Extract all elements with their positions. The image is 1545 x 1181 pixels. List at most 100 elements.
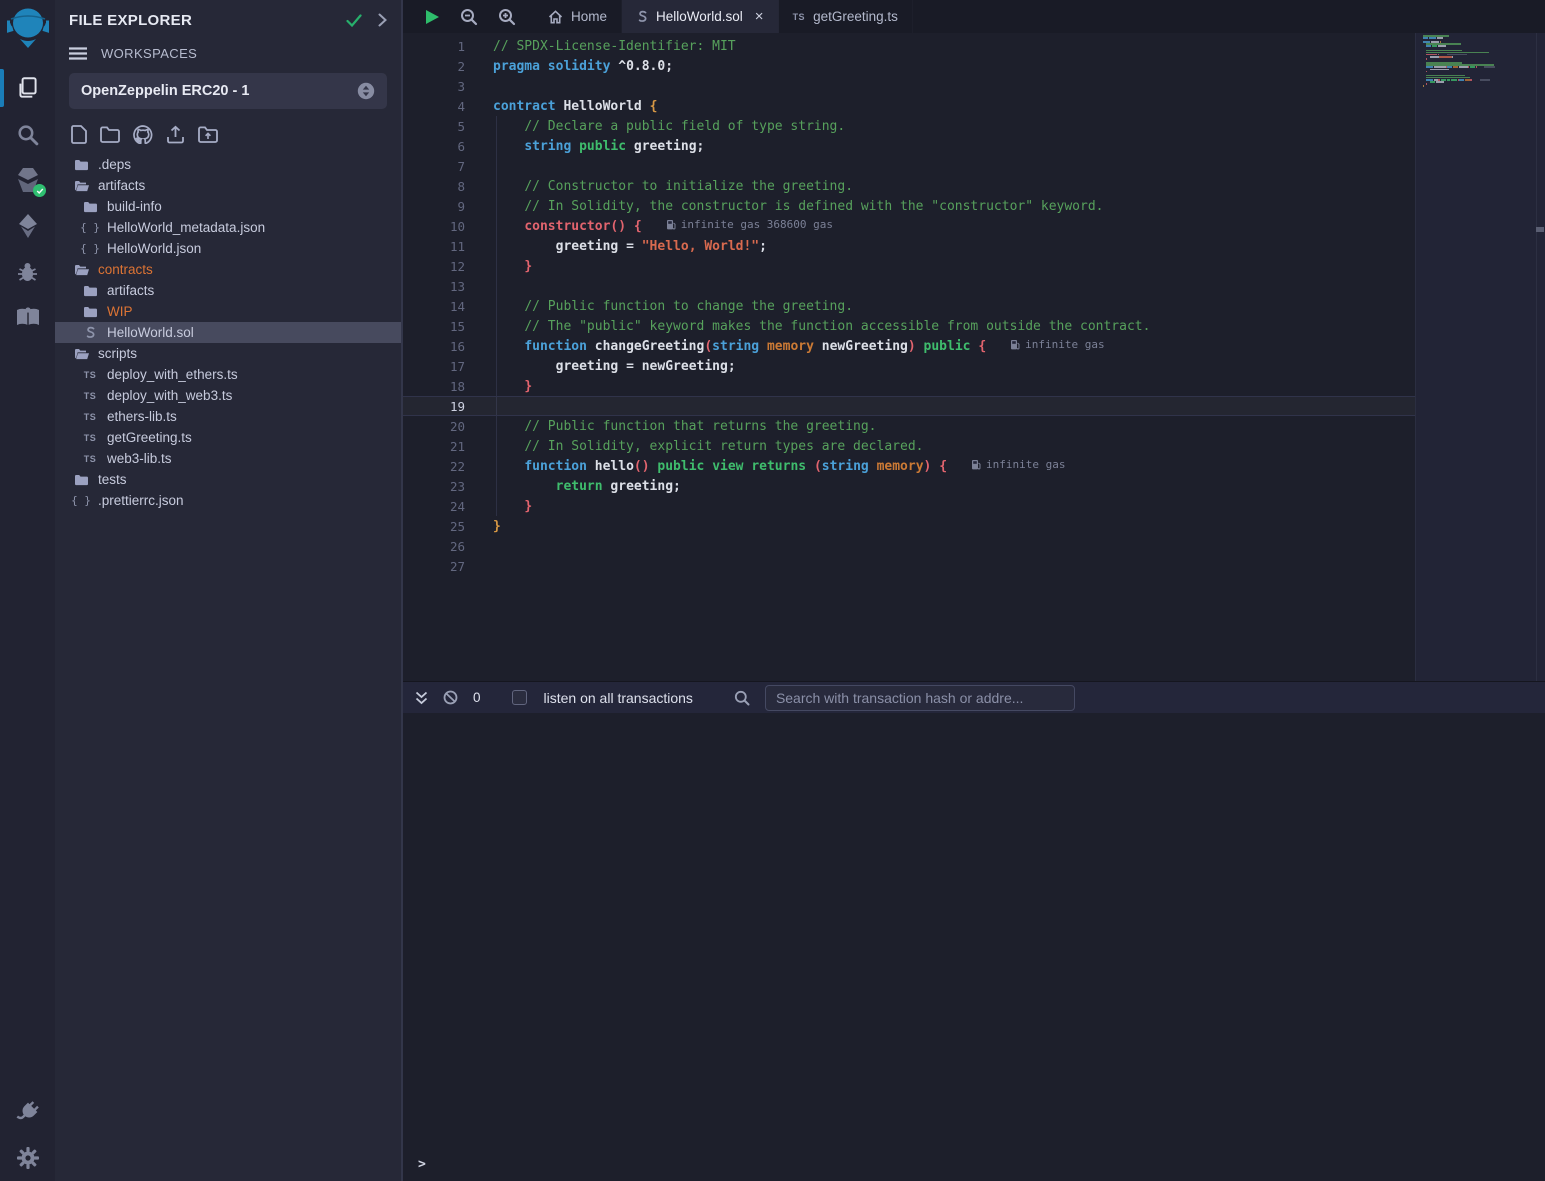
workspace-select[interactable]: OpenZeppelin ERC20 - 1 <box>69 73 387 109</box>
sidebar-item-debugger[interactable] <box>0 249 55 295</box>
file-tree-item-helloworld-metadata-json[interactable]: { }HelloWorld_metadata.json <box>55 217 401 238</box>
terminal-search-icon <box>734 690 750 706</box>
new-folder-button[interactable] <box>100 126 120 143</box>
typescript-file-icon: TS <box>84 433 97 443</box>
terminal-search-input[interactable] <box>765 685 1075 711</box>
typescript-file-icon: TS <box>793 12 806 22</box>
zoom-out-button[interactable] <box>460 8 478 26</box>
file-tree-item-helloworld-sol[interactable]: HelloWorld.sol <box>55 322 401 343</box>
sidebar-item-file-explorer[interactable] <box>0 65 55 111</box>
file-tree-item-contracts[interactable]: contracts <box>55 259 401 280</box>
transaction-count: 0 <box>473 690 481 705</box>
compile-success-badge <box>33 184 46 197</box>
file-tree-item--prettierrc-json[interactable]: { } .prettierrc.json <box>55 490 401 511</box>
code-line-21: 21 // In Solidity, explicit return types… <box>403 436 1415 456</box>
tab-label: getGreeting.ts <box>813 9 898 24</box>
tab-home[interactable]: Home <box>534 0 622 33</box>
code-line-1: 1// SPDX-License-Identifier: MIT <box>403 36 1415 56</box>
code-line-2: 2pragma solidity ^0.8.0; <box>403 56 1415 76</box>
code-editor[interactable]: 1// SPDX-License-Identifier: MIT2pragma … <box>403 33 1545 681</box>
code-line-15: 15 // The "public" keyword makes the fun… <box>403 316 1415 336</box>
panel-title: FILE EXPLORER <box>69 12 346 29</box>
minimap[interactable] <box>1423 35 1495 92</box>
zoom-in-button[interactable] <box>498 8 516 26</box>
file-label: HelloWorld_metadata.json <box>107 220 265 235</box>
gas-estimate-widget[interactable]: infinite gas <box>1010 338 1104 351</box>
home-icon <box>548 10 563 24</box>
listen-transactions-checkbox[interactable] <box>512 690 527 705</box>
upload-folder-button[interactable] <box>198 126 218 143</box>
terminal-toolbar: 0 listen on all transactions <box>403 681 1545 713</box>
file-tree-item-scripts[interactable]: scripts <box>55 343 401 364</box>
sidebar-item-search[interactable] <box>0 111 55 157</box>
menu-icon[interactable] <box>69 47 87 60</box>
terminal-output[interactable]: > <box>403 713 1545 1181</box>
scrollbar-thumb[interactable] <box>1536 227 1544 232</box>
code-line-27: 27 <box>403 556 1415 576</box>
deploy-run-icon <box>16 213 40 239</box>
minimap-column <box>1415 33 1545 681</box>
line-number: 8 <box>403 179 465 194</box>
tab-label: HelloWorld.sol <box>656 9 743 24</box>
tab-helloworld-sol[interactable]: HelloWorld.sol × <box>622 0 779 33</box>
line-number: 6 <box>403 139 465 154</box>
plugin-manager-button[interactable] <box>0 1089 55 1135</box>
sort-toggle-icon[interactable] <box>357 82 375 100</box>
gas-estimate-widget[interactable]: infinite gas 368600 gas <box>666 218 833 231</box>
book-icon <box>15 306 41 330</box>
line-number: 11 <box>403 239 465 254</box>
sidebar-item-learneth[interactable] <box>0 295 55 341</box>
sidebar-item-deploy-run[interactable] <box>0 203 55 249</box>
clear-console-icon[interactable] <box>443 690 458 705</box>
file-explorer-panel: FILE EXPLORER WORKSPACES OpenZeppelin ER… <box>55 0 403 1181</box>
code-line-6: 6 string public greeting; <box>403 136 1415 156</box>
activity-bar <box>0 0 55 1181</box>
gas-pump-icon <box>666 219 676 230</box>
file-tree-item-helloworld-json[interactable]: { }HelloWorld.json <box>55 238 401 259</box>
line-number: 4 <box>403 99 465 114</box>
upload-file-button[interactable] <box>166 125 185 144</box>
file-label: deploy_with_ethers.ts <box>107 367 238 382</box>
workspaces-label: WORKSPACES <box>101 46 197 61</box>
line-number: 25 <box>403 519 465 534</box>
file-label: .prettierrc.json <box>98 493 184 508</box>
file-tree-item-artifacts[interactable]: artifacts <box>55 280 401 301</box>
file-tree-item-tests[interactable]: tests <box>55 469 401 490</box>
run-script-button[interactable] <box>425 9 440 25</box>
github-clone-button[interactable] <box>133 125 153 144</box>
close-tab-icon[interactable]: × <box>755 9 764 24</box>
file-label: deploy_with_web3.ts <box>107 388 232 403</box>
editor-scrollbar[interactable] <box>1536 33 1545 681</box>
file-tree-item-artifacts[interactable]: artifacts <box>55 175 401 196</box>
code-line-5: 5 // Declare a public field of type stri… <box>403 116 1415 136</box>
file-tree-item-web3-lib-ts[interactable]: TSweb3-lib.ts <box>55 448 401 469</box>
gas-estimate-widget[interactable]: infinite gas <box>971 458 1065 471</box>
file-tree-item-wip[interactable]: WIP <box>55 301 401 322</box>
settings-button[interactable] <box>0 1135 55 1181</box>
file-tree-item-getgreeting-ts[interactable]: TSgetGreeting.ts <box>55 427 401 448</box>
tab-getgreeting-ts[interactable]: TS getGreeting.ts <box>779 0 913 33</box>
file-label: ethers-lib.ts <box>107 409 177 424</box>
file-tree-item-ethers-lib-ts[interactable]: TS ethers-lib.ts <box>55 406 401 427</box>
code-line-3: 3 <box>403 76 1415 96</box>
typescript-file-icon: TS <box>84 370 97 380</box>
tab-bar: Home HelloWorld.sol × TS getGreeting.ts <box>403 0 1545 33</box>
file-tree-item--deps[interactable]: .deps <box>55 154 401 175</box>
code-line-24: 24 } <box>403 496 1415 516</box>
new-file-button[interactable] <box>71 125 87 144</box>
file-tree-item-deploy-with-web3-ts[interactable]: TSdeploy_with_web3.ts <box>55 385 401 406</box>
file-tree-item-deploy-with-ethers-ts[interactable]: TS deploy_with_ethers.ts <box>55 364 401 385</box>
json-file-icon: { } <box>71 494 91 507</box>
file-explorer-icon <box>15 75 41 101</box>
line-number: 17 <box>403 359 465 374</box>
chevron-right-icon[interactable] <box>378 13 387 27</box>
sidebar-item-solidity-compiler[interactable] <box>0 157 55 203</box>
code-line-9: 9 // In Solidity, the constructor is def… <box>403 196 1415 216</box>
gas-pump-icon <box>971 459 981 470</box>
line-number: 9 <box>403 199 465 214</box>
expand-terminal-icon[interactable] <box>415 691 428 705</box>
file-tree-item-build-info[interactable]: build-info <box>55 196 401 217</box>
plug-icon <box>15 1099 41 1125</box>
terminal-prompt: > <box>418 1157 426 1172</box>
typescript-file-icon: TS <box>84 412 97 422</box>
